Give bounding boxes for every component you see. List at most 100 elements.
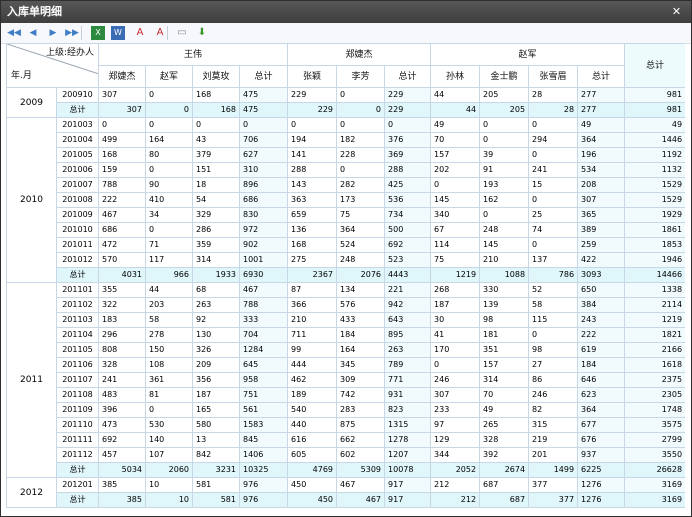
- value-cell: 650: [577, 282, 626, 298]
- value-cell: 165: [192, 402, 240, 418]
- value-cell: 1192: [624, 147, 685, 163]
- value-cell: 366: [287, 297, 338, 313]
- next-page-icon[interactable]: ▶: [46, 26, 60, 40]
- value-cell: 823: [384, 402, 432, 418]
- value-cell: 1278: [384, 432, 432, 448]
- table-row: 201009 467 34 329 830 659 75 734 340 0 25 365 1929: [7, 207, 685, 223]
- value-cell: 450: [287, 477, 338, 493]
- prev-page-icon[interactable]: ◀: [26, 26, 40, 40]
- member-header: 张雪眉: [528, 65, 579, 88]
- word-export-icon[interactable]: W: [111, 26, 125, 40]
- value-cell: 786: [528, 267, 579, 283]
- value-cell: 307: [577, 192, 626, 208]
- corner-bottom-label: 年.月: [11, 71, 32, 81]
- value-cell: 58: [528, 297, 579, 313]
- value-cell: 467: [238, 282, 289, 298]
- value-cell: 187: [430, 297, 481, 313]
- close-icon[interactable]: ✕: [669, 4, 684, 19]
- value-cell: 233: [430, 402, 481, 418]
- first-page-icon[interactable]: ◀◀: [7, 26, 21, 40]
- subtotal-label: 总计: [56, 462, 99, 478]
- value-cell: 499: [98, 132, 146, 148]
- download-icon[interactable]: ⬇: [195, 26, 209, 40]
- value-cell: 108: [145, 357, 193, 373]
- value-cell: 2052: [430, 462, 481, 478]
- value-cell: 67: [430, 222, 481, 238]
- value-cell: 205: [479, 87, 530, 103]
- period-cell: 201012: [56, 252, 99, 268]
- value-cell: 183: [98, 312, 146, 328]
- value-cell: 364: [577, 402, 626, 418]
- pdf-export-2-icon[interactable]: A: [153, 26, 167, 40]
- value-cell: 307: [430, 387, 481, 403]
- value-cell: 0: [98, 117, 146, 133]
- pdf-export-icon[interactable]: A: [133, 26, 147, 40]
- document-icon[interactable]: ▭: [175, 26, 189, 40]
- period-cell: 201110: [56, 417, 99, 433]
- value-cell: 265: [479, 417, 530, 433]
- value-cell: 92: [192, 312, 240, 328]
- value-cell: 686: [238, 192, 289, 208]
- value-cell: 1821: [624, 327, 685, 343]
- subtotal-label: 总计: [56, 102, 99, 118]
- value-cell: 82: [528, 402, 579, 418]
- value-cell: 134: [336, 282, 386, 298]
- value-cell: 6225: [577, 462, 626, 478]
- value-cell: 789: [384, 357, 432, 373]
- value-cell: 4443: [384, 267, 432, 283]
- value-cell: 49: [479, 402, 530, 418]
- value-cell: 2367: [287, 267, 338, 283]
- value-cell: 1284: [238, 342, 289, 358]
- value-cell: 467: [336, 477, 386, 493]
- value-cell: 830: [238, 207, 289, 223]
- value-cell: 288: [287, 162, 338, 178]
- excel-export-icon[interactable]: X: [91, 26, 105, 40]
- member-header: 金士鹏: [479, 65, 530, 88]
- value-cell: 364: [336, 222, 386, 238]
- last-page-icon[interactable]: ▶▶: [65, 26, 79, 40]
- value-cell: 345: [336, 357, 386, 373]
- table-row: 201110 473 530 580 1583 440 875 1315 97 265 315 677…: [7, 417, 685, 433]
- value-cell: 1929: [624, 207, 685, 223]
- table-row: 2011 201101 355 44 68 467 87 134 221 268 330 52 650 1…: [6, 282, 685, 478]
- period-cell: 201106: [56, 357, 99, 373]
- value-cell: 330: [479, 282, 530, 298]
- value-cell: 0: [528, 147, 579, 163]
- table-row: 2009 200910 307 0 168 475 229 0 229 44 205 28 277 981: [6, 87, 685, 118]
- value-cell: 68: [192, 282, 240, 298]
- value-cell: 87: [287, 282, 338, 298]
- value-cell: 389: [577, 222, 626, 238]
- period-cell: 201112: [56, 447, 99, 463]
- value-cell: 3169: [624, 492, 685, 508]
- value-cell: 81: [145, 387, 193, 403]
- value-cell: 540: [287, 402, 338, 418]
- value-cell: 329: [192, 207, 240, 223]
- value-cell: 97: [430, 417, 481, 433]
- value-cell: 5034: [98, 462, 146, 478]
- value-cell: 536: [384, 192, 432, 208]
- value-cell: 692: [384, 237, 432, 253]
- value-cell: 229: [384, 102, 432, 118]
- value-cell: 706: [238, 132, 289, 148]
- table-row: 201010 686 0 286 972 136 364 500 67 248 74 389 1861: [7, 222, 685, 238]
- value-cell: 646: [577, 372, 626, 388]
- value-cell: 212: [430, 492, 481, 508]
- value-cell: 467: [98, 207, 146, 223]
- value-cell: 307: [98, 102, 146, 118]
- value-cell: 157: [430, 147, 481, 163]
- value-cell: 377: [528, 492, 579, 508]
- member-header: 刘莫玫: [192, 65, 240, 88]
- value-cell: 222: [98, 192, 146, 208]
- value-cell: 676: [577, 432, 626, 448]
- value-cell: 91: [479, 162, 530, 178]
- value-cell: 1219: [430, 267, 481, 283]
- value-cell: 314: [192, 252, 240, 268]
- value-cell: 25: [528, 207, 579, 223]
- table-row: 201006 159 0 151 310 288 0 288 202 91 241 534 1132: [7, 162, 685, 178]
- value-cell: 1583: [238, 417, 289, 433]
- value-cell: 212: [430, 477, 481, 493]
- value-cell: 4031: [98, 267, 146, 283]
- subtotal-label: 总计: [56, 267, 99, 283]
- value-cell: 364: [577, 132, 626, 148]
- value-cell: 205: [479, 102, 530, 118]
